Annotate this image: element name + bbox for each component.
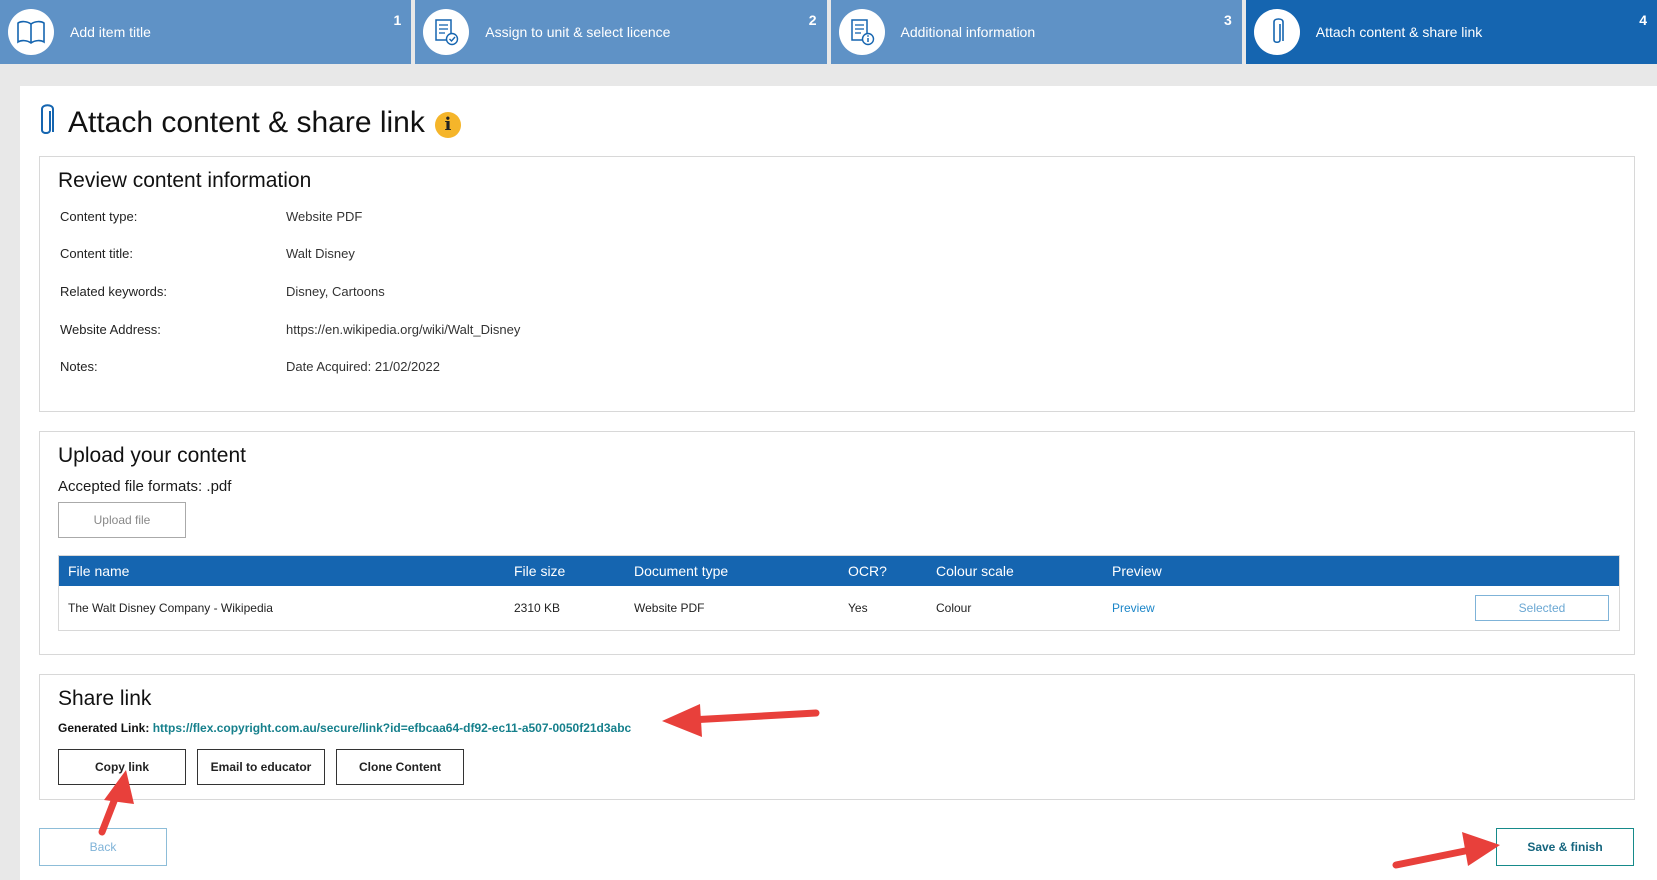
paperclip-icon — [36, 102, 58, 143]
review-row-website: Website Address: https://en.wikipedia.or… — [60, 322, 520, 337]
generated-link-label: Generated Link: — [58, 721, 150, 735]
column-header-colour-scale: Colour scale — [936, 563, 1014, 579]
column-header-file-name: File name — [68, 563, 130, 579]
review-key: Content type: — [60, 209, 138, 224]
document-info-icon — [838, 9, 885, 55]
wizard-stepper: Add item title 1 Assign to unit & select… — [0, 0, 1657, 64]
step-number: 2 — [808, 12, 817, 28]
page-title: Attach content & share link — [68, 105, 425, 139]
column-header-file-size: File size — [514, 563, 566, 579]
preview-link[interactable]: Preview — [1112, 586, 1155, 630]
step-label: Attach content & share link — [1315, 24, 1483, 40]
generated-link-row: Generated Link: https://flex.copyright.c… — [58, 721, 631, 735]
review-row-notes: Notes: Date Acquired: 21/02/2022 — [60, 359, 440, 374]
step-number: 1 — [393, 12, 402, 28]
review-content-section: Review content information Content type:… — [39, 156, 1635, 412]
upload-file-button[interactable]: Upload file — [58, 502, 186, 538]
cell-ocr: Yes — [848, 601, 868, 615]
review-value: https://en.wikipedia.org/wiki/Walt_Disne… — [286, 322, 521, 337]
step-assign-unit[interactable]: Assign to unit & select licence 2 — [415, 0, 827, 64]
review-row-content-title: Content title: Walt Disney — [60, 246, 355, 261]
document-check-icon — [423, 9, 470, 55]
review-key: Website Address: — [60, 322, 161, 337]
column-header-document-type: Document type — [634, 563, 729, 579]
review-key: Related keywords: — [60, 284, 167, 299]
info-icon[interactable]: i — [434, 111, 461, 138]
table-header: File name File size Document type OCR? C… — [59, 556, 1619, 586]
step-number: 4 — [1639, 12, 1647, 28]
step-label: Assign to unit & select licence — [485, 24, 671, 40]
review-value: Walt Disney — [286, 246, 355, 261]
review-key: Content title: — [60, 246, 133, 261]
section-heading: Upload your content — [58, 444, 246, 467]
book-icon — [8, 9, 54, 55]
share-link-section: Share link Generated Link: https://flex.… — [39, 674, 1635, 800]
cell-document-type: Website PDF — [634, 601, 705, 615]
column-header-ocr: OCR? — [848, 563, 887, 579]
step-number: 3 — [1223, 12, 1232, 28]
review-value: Disney, Cartoons — [286, 284, 385, 299]
review-value: Website PDF — [286, 209, 363, 224]
generated-link-url[interactable]: https://flex.copyright.com.au/secure/lin… — [153, 721, 632, 735]
review-value: Date Acquired: 21/02/2022 — [286, 359, 440, 374]
save-and-finish-button[interactable]: Save & finish — [1496, 828, 1634, 866]
cell-file-name: The Walt Disney Company - Wikipedia — [68, 601, 273, 615]
paperclip-icon — [1253, 9, 1300, 55]
review-row-keywords: Related keywords: Disney, Cartoons — [60, 284, 385, 299]
upload-content-section: Upload your content Accepted file format… — [39, 431, 1635, 655]
section-heading: Review content information — [58, 169, 312, 192]
selected-button[interactable]: Selected — [1475, 595, 1609, 621]
step-label: Additional information — [900, 24, 1036, 40]
copy-link-button[interactable]: Copy link — [58, 749, 186, 785]
column-header-preview: Preview — [1112, 563, 1162, 579]
section-heading: Share link — [58, 687, 152, 710]
back-button[interactable]: Back — [39, 828, 167, 866]
title-row: Attach content & share link i — [36, 102, 461, 143]
step-attach-content[interactable]: Attach content & share link 4 — [1245, 0, 1657, 64]
cell-colour-scale: Colour — [936, 601, 972, 615]
email-to-educator-button[interactable]: Email to educator — [197, 749, 325, 785]
page: Add item title 1 Assign to unit & select… — [0, 0, 1657, 880]
step-add-item-title[interactable]: Add item title 1 — [0, 0, 412, 64]
clone-content-button[interactable]: Clone Content — [336, 749, 464, 785]
table-row: The Walt Disney Company - Wikipedia 2310… — [59, 586, 1619, 630]
review-key: Notes: — [60, 359, 98, 374]
review-row-content-type: Content type: Website PDF — [60, 209, 362, 224]
accepted-formats: Accepted file formats: .pdf — [58, 478, 232, 495]
files-table: File name File size Document type OCR? C… — [58, 555, 1620, 631]
step-label: Add item title — [70, 24, 151, 40]
main-card: Attach content & share link i Review con… — [20, 86, 1657, 880]
step-additional-information[interactable]: Additional information 3 — [830, 0, 1242, 64]
cell-file-size: 2310 KB — [514, 601, 561, 615]
